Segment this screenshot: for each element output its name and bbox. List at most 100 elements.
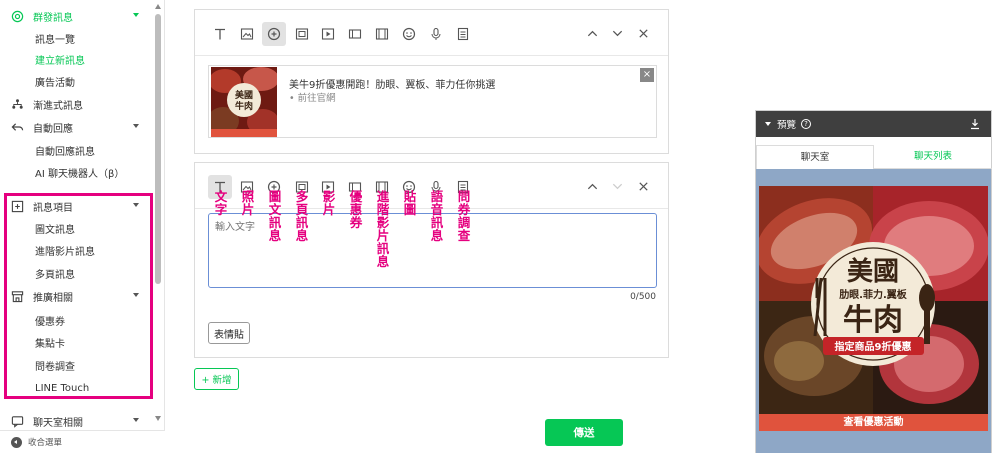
sidebar-item-label: 自動回應 — [33, 123, 73, 135]
broadcast-icon — [10, 9, 24, 23]
sidebar-item-label: 集點卡 — [35, 338, 65, 350]
sidebar-item-label: 圖文訊息 — [35, 224, 75, 236]
sidebar-item[interactable]: 漸進式訊息 — [0, 93, 153, 115]
remove-rich-message-icon[interactable]: × — [640, 68, 654, 82]
sidebar-item-label: 群發訊息 — [33, 12, 73, 24]
banner-cuts: 肋眼.菲力.翼板 — [839, 288, 908, 301]
chevron-down-icon[interactable] — [133, 124, 139, 128]
coupon-icon[interactable] — [343, 22, 367, 46]
scroll-down-arrow-icon[interactable] — [155, 416, 161, 421]
collapse-menu-button[interactable]: 收合選單 — [0, 430, 165, 453]
sidebar-item-label: 漸進式訊息 — [33, 100, 83, 112]
sidebar-item[interactable]: 廣告活動 — [0, 70, 153, 92]
emoji-button[interactable]: 表情貼 — [208, 322, 250, 344]
sidebar-item[interactable]: 圖文訊息 — [0, 217, 153, 239]
chevron-down-icon[interactable] — [133, 418, 139, 422]
tab-chat-list[interactable]: 聊天列表 — [874, 145, 992, 169]
help-icon[interactable]: ? — [801, 119, 812, 129]
sidebar-item[interactable]: 推廣相關 — [0, 285, 153, 307]
move-down-icon[interactable] — [607, 23, 627, 43]
chat-icon — [10, 414, 24, 428]
sidebar: 群發訊息訊息一覽建立新訊息廣告活動漸進式訊息自動回應自動回應訊息 AI 聊天機器人… — [0, 0, 165, 453]
rich-video-icon[interactable] — [370, 22, 394, 46]
collapse-arrow-icon — [11, 436, 22, 448]
sidebar-item-label: 自動回應訊息 — [35, 146, 95, 158]
message-card-rich: 美國 牛肉 美牛9折優惠開跑！肋眼、翼板、菲力任你挑選 • 前往官網 × — [194, 9, 669, 154]
sidebar-item[interactable]: AI 聊天機器人（β） — [0, 161, 153, 183]
sidebar-item[interactable]: 自動回應訊息 — [0, 139, 153, 161]
preview-chat-screen: 美國 肋眼.菲力.翼板 牛肉 指定商品9折優惠 查看優惠活動 — [756, 169, 991, 453]
text-icon[interactable] — [208, 22, 232, 46]
thumb-text-2: 牛肉 — [235, 100, 253, 112]
annotation-label: 語音訊息 — [430, 189, 444, 243]
voice-icon[interactable] — [424, 22, 448, 46]
annotation-label: 影片 — [322, 189, 336, 217]
rich-message-title: 美牛9折優惠開跑！肋眼、翼板、菲力任你挑選 — [289, 80, 496, 91]
annotation-label: 優惠券 — [349, 189, 363, 230]
preview-rich-message[interactable]: 美國 肋眼.菲力.翼板 牛肉 指定商品9折優惠 查看優惠活動 — [759, 186, 988, 431]
collapse-menu-label: 收合選單 — [28, 438, 63, 448]
scroll-up-arrow-icon[interactable] — [155, 4, 161, 9]
add-message-button[interactable]: + 新增 — [194, 368, 239, 390]
thumb-text-1: 美國 — [235, 89, 253, 101]
banner-title-beef: 牛肉 — [843, 303, 903, 338]
sidebar-item[interactable]: 訊息項目 — [0, 195, 153, 217]
survey-icon[interactable] — [451, 22, 475, 46]
sticker-icon[interactable] — [397, 22, 421, 46]
sidebar-item-label: 廣告活動 — [35, 77, 75, 89]
move-up-icon[interactable] — [582, 176, 602, 196]
move-down-icon[interactable] — [607, 176, 627, 196]
annotation-label: 多頁訊息 — [295, 189, 309, 243]
sidebar-item[interactable]: 多頁訊息 — [0, 262, 153, 284]
preview-tabs: 聊天室 聊天列表 — [756, 145, 992, 169]
annotation-label: 問券調查 — [457, 189, 471, 243]
sidebar-item[interactable]: 聊天室相關 — [0, 410, 153, 432]
preview-panel: 預覽 ? 聊天室 聊天列表 美國 肋眼.菲力.翼板 牛肉 指定商品9折優惠 查看… — [755, 110, 992, 453]
collapse-preview-icon[interactable] — [765, 122, 771, 126]
move-up-icon[interactable] — [582, 23, 602, 43]
sidebar-item[interactable]: 自動回應 — [0, 116, 153, 138]
sidebar-item-label: 多頁訊息 — [35, 269, 75, 281]
annotation-label: 圖文訊息 — [268, 189, 282, 243]
sidebar-item-label: 聊天室相關 — [33, 417, 83, 429]
sidebar-item-label: LINE Touch — [35, 382, 90, 394]
message-type-toolbar — [195, 10, 668, 56]
sidebar-item[interactable]: 群發訊息 — [0, 5, 153, 27]
auto-reply-icon — [10, 120, 24, 134]
store-icon — [10, 289, 24, 303]
sidebar-scrollbar[interactable] — [153, 0, 163, 430]
sidebar-item[interactable]: 問卷調查 — [0, 354, 153, 376]
preview-title: 預覽 — [777, 120, 797, 131]
scrollbar-thumb[interactable] — [155, 14, 161, 284]
sidebar-item[interactable]: 進階影片訊息 — [0, 239, 153, 261]
card-message-icon[interactable] — [290, 22, 314, 46]
sidebar-item-label: 建立新訊息 — [35, 55, 85, 67]
sidebar-item[interactable]: 優惠券 — [0, 309, 153, 331]
tab-chat-room[interactable]: 聊天室 — [756, 145, 874, 169]
chevron-down-icon[interactable] — [133, 203, 139, 207]
annotation-label: 進階影片訊息 — [376, 189, 390, 269]
video-icon[interactable] — [316, 22, 340, 46]
send-button[interactable]: 傳送 — [545, 419, 623, 446]
sidebar-item[interactable]: LINE Touch — [0, 377, 153, 399]
photo-icon[interactable] — [235, 22, 259, 46]
close-icon[interactable] — [633, 23, 653, 43]
sidebar-item[interactable]: 集點卡 — [0, 331, 153, 353]
download-icon[interactable] — [969, 118, 981, 130]
banner-ribbon: 指定商品9折優惠 — [835, 340, 912, 353]
chevron-down-icon[interactable] — [133, 293, 139, 297]
rich-message-icon[interactable] — [262, 22, 286, 46]
view-promotion-button[interactable]: 查看優惠活動 — [759, 414, 988, 431]
sidebar-item-label: 訊息一覽 — [35, 34, 75, 46]
sidebar-item[interactable]: 建立新訊息 — [0, 48, 153, 70]
sidebar-item[interactable]: 訊息一覽 — [0, 27, 153, 49]
beef-banner-image: 美國 肋眼.菲力.翼板 牛肉 指定商品9折優惠 — [759, 186, 988, 431]
sidebar-item-label: 進階影片訊息 — [35, 246, 95, 258]
close-icon[interactable] — [633, 176, 653, 196]
preview-header[interactable]: 預覽 ? — [756, 111, 991, 137]
chevron-down-icon[interactable] — [133, 13, 139, 17]
step-message-icon — [10, 97, 24, 111]
rich-message-preview[interactable]: 美國 牛肉 美牛9折優惠開跑！肋眼、翼板、菲力任你挑選 • 前往官網 × — [208, 65, 657, 138]
banner-title-usa: 美國 — [847, 256, 899, 287]
message-item-icon — [10, 199, 24, 213]
